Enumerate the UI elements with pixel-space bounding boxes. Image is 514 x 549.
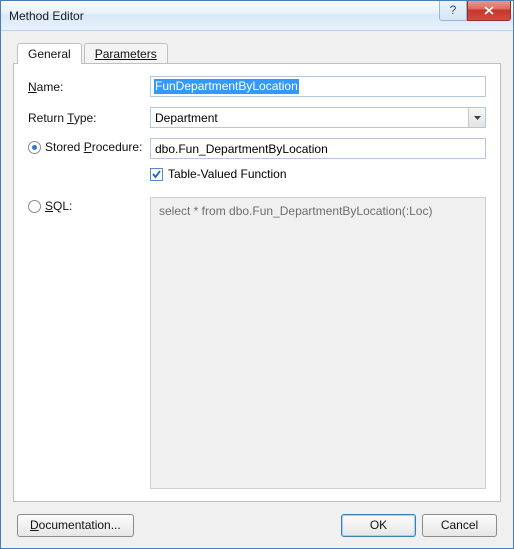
return-type-select[interactable]	[150, 107, 486, 128]
titlebar-buttons: ?	[439, 1, 511, 21]
row-sql: SQL: select * from dbo.Fun_DepartmentByL…	[28, 197, 486, 489]
sql-textarea[interactable]: select * from dbo.Fun_DepartmentByLocati…	[150, 197, 486, 489]
ok-button[interactable]: OK	[341, 514, 416, 537]
sql-radio[interactable]	[28, 200, 41, 213]
name-label: Name:	[28, 80, 63, 94]
close-button[interactable]	[467, 1, 511, 21]
stored-procedure-label: Stored Procedure:	[45, 140, 142, 154]
tab-general[interactable]: General	[17, 43, 82, 64]
help-button[interactable]: ?	[439, 1, 467, 21]
chevron-down-icon	[474, 116, 481, 120]
stored-procedure-input[interactable]	[150, 138, 486, 159]
method-editor-window: Method Editor ? General Parameters	[0, 0, 514, 549]
help-icon: ?	[450, 3, 457, 17]
documentation-button[interactable]: Documentation...	[17, 514, 134, 537]
general-panel: Name: FunDepartmentByLocation Return Typ…	[13, 63, 501, 502]
return-type-dropdown-button[interactable]	[468, 108, 485, 127]
tvf-label: Table-Valued Function	[168, 167, 287, 181]
window-title: Method Editor	[9, 9, 439, 23]
tab-parameters[interactable]: Parameters	[84, 43, 168, 63]
check-icon	[151, 169, 162, 180]
name-input[interactable]	[150, 76, 486, 97]
titlebar: Method Editor ?	[1, 1, 513, 31]
client-area: General Parameters Name: FunDepartmentBy…	[1, 31, 513, 548]
sql-label: SQL:	[45, 199, 72, 213]
tab-parameters-label: Parameters	[95, 47, 157, 61]
cancel-button[interactable]: Cancel	[422, 514, 497, 537]
tab-general-label: General	[28, 47, 71, 61]
return-type-label: Return Type:	[28, 111, 97, 125]
close-icon	[484, 6, 494, 15]
stored-procedure-radio[interactable]	[28, 141, 41, 154]
button-bar: Documentation... OK Cancel	[13, 502, 501, 548]
tab-row: General Parameters	[17, 43, 501, 63]
row-stored-procedure: Stored Procedure: Table-Valued Function	[28, 138, 486, 181]
row-return-type: Return Type:	[28, 107, 486, 128]
return-type-value[interactable]	[150, 107, 486, 128]
row-name: Name: FunDepartmentByLocation	[28, 76, 486, 97]
tvf-checkbox[interactable]	[150, 168, 163, 181]
tvf-row: Table-Valued Function	[150, 167, 486, 181]
